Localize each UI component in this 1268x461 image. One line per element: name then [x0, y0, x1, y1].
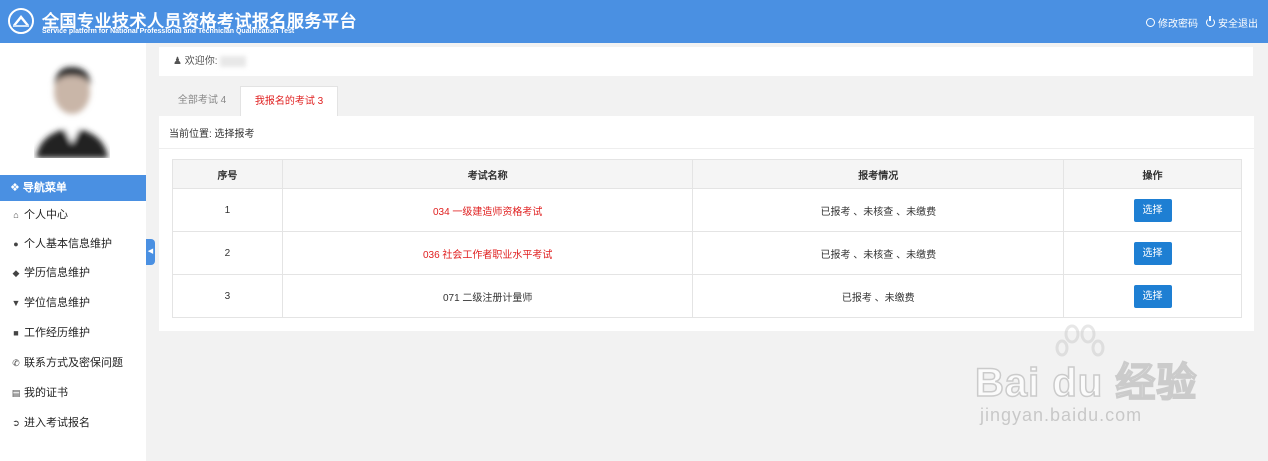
chevron-left-icon: ◀: [147, 248, 154, 255]
exam-status: 已报考 、未核查 、未缴费: [692, 231, 1065, 275]
action-cell: 选择: [1063, 231, 1242, 275]
table-row: 1 034 一级建造师资格考试 已报考 、未核查 、未缴费 选择: [172, 188, 1242, 232]
degree-icon: ▼: [11, 298, 21, 308]
nav-menu-header: ❖ 导航菜单: [0, 175, 146, 201]
main-panel: 当前位置: 选择报考 序号 考试名称 报考情况 操作 1 034 一级建造师资格…: [159, 116, 1254, 331]
select-button[interactable]: 选择: [1133, 241, 1172, 265]
sidebar-item-label: 联系方式及密保问题: [24, 357, 123, 369]
avatar: [34, 58, 110, 158]
sidebar-item-degree[interactable]: ▼ 学位信息维护: [0, 289, 146, 318]
exam-name: 036 社会工作者职业水平考试: [281, 231, 694, 275]
site-subtitle: Service platform for National Profession…: [42, 28, 295, 35]
sidebar-collapse-toggle[interactable]: ◀: [146, 239, 155, 265]
column-header: 操作: [1063, 159, 1242, 189]
select-button[interactable]: 选择: [1133, 198, 1172, 222]
briefcase-icon: ■: [13, 328, 19, 338]
welcome-label: 欢迎你:: [184, 56, 218, 67]
logout-label: 安全退出: [1218, 19, 1258, 30]
arrow-circle-icon: ➲: [12, 418, 20, 428]
exam-name: 071 二级注册计量师: [281, 274, 694, 318]
top-header: 全国专业技术人员资格考试报名服务平台 Service platform for …: [0, 0, 1268, 43]
action-cell: 选择: [1063, 274, 1242, 318]
select-button[interactable]: 选择: [1133, 284, 1172, 308]
sidebar-item-certificates[interactable]: ▤ 我的证书: [0, 379, 146, 408]
header-links: 修改密码 安全退出: [1146, 15, 1258, 30]
change-password-link[interactable]: 修改密码: [1146, 15, 1198, 30]
row-number: 2: [172, 231, 283, 275]
edit-icon: [1146, 18, 1155, 27]
breadcrumb: 当前位置: 选择报考: [169, 129, 255, 140]
sidebar-item-education[interactable]: ◆ 学历信息维护: [0, 259, 146, 288]
graduation-cap-icon: ◆: [12, 268, 20, 278]
username-redacted: [220, 55, 247, 67]
welcome-bar: ♟ 欢迎你:: [159, 47, 1253, 76]
sidebar-item-label: 进入考试报名: [24, 417, 90, 429]
sidebar-item-exam-signup[interactable]: ➲ 进入考试报名: [0, 409, 146, 438]
row-number: 3: [172, 274, 283, 318]
action-cell: 选择: [1063, 188, 1242, 232]
sidebar-item-label: 我的证书: [24, 387, 68, 399]
table-row: 2 036 社会工作者职业水平考试 已报考 、未核查 、未缴费 选择: [172, 231, 1242, 275]
exam-table: 序号 考试名称 报考情况 操作 1 034 一级建造师资格考试 已报考 、未核查…: [172, 159, 1242, 318]
sidebar: ❖ 导航菜单 ⌂ 个人中心 ● 个人基本信息维护 ◆ 学历信息维护 ▼ 学位信息维护 ■…: [0, 43, 146, 461]
column-header: 序号: [172, 159, 283, 189]
nav-menu-title: 导航菜单: [22, 182, 67, 194]
sidebar-item-label: 学历信息维护: [24, 267, 90, 279]
exam-status: 已报考 、未核查 、未缴费: [692, 188, 1065, 232]
home-icon: ❖: [10, 182, 23, 194]
row-number: 1: [172, 188, 283, 232]
watermark-url: jingyan.baidu.com: [980, 405, 1143, 425]
table-row: 3 071 二级注册计量师 已报考 、未缴费 选择: [172, 274, 1242, 318]
sidebar-item-label: 个人中心: [24, 209, 68, 221]
exam-name: 034 一级建造师资格考试: [281, 188, 694, 232]
logout-link[interactable]: 安全退出: [1206, 15, 1258, 30]
sidebar-item-contact[interactable]: ✆ 联系方式及密保问题: [0, 349, 146, 378]
watermark-text: Bai du 经验: [974, 360, 1198, 406]
power-icon: [1206, 16, 1215, 27]
home-icon: ⌂: [13, 210, 19, 220]
tab-my-exams[interactable]: 我报名的考试 3: [240, 86, 338, 116]
sidebar-item-label: 工作经历维护: [24, 327, 90, 339]
sidebar-item-work-history[interactable]: ■ 工作经历维护: [0, 319, 146, 348]
column-header: 报考情况: [692, 159, 1065, 189]
change-password-label: 修改密码: [1158, 19, 1198, 30]
phone-icon: ✆: [12, 358, 20, 368]
sidebar-item-label: 个人基本信息维护: [24, 238, 112, 250]
sidebar-item-basic-info[interactable]: ● 个人基本信息维护: [0, 230, 146, 259]
column-header: 考试名称: [281, 159, 694, 189]
divider: [159, 148, 1254, 149]
tab-all-exams[interactable]: 全部考试 4: [169, 86, 235, 116]
sidebar-item-label: 学位信息维护: [24, 297, 90, 309]
table-header-row: 序号 考试名称 报考情况 操作: [172, 159, 1242, 189]
logo-icon: [8, 8, 34, 34]
exam-status: 已报考 、未缴费: [692, 274, 1065, 318]
user-icon: ●: [13, 239, 19, 249]
certificate-icon: ▤: [11, 388, 21, 398]
sidebar-item-personal-center[interactable]: ⌂ 个人中心: [0, 201, 146, 230]
user-icon: ♟: [173, 56, 185, 67]
